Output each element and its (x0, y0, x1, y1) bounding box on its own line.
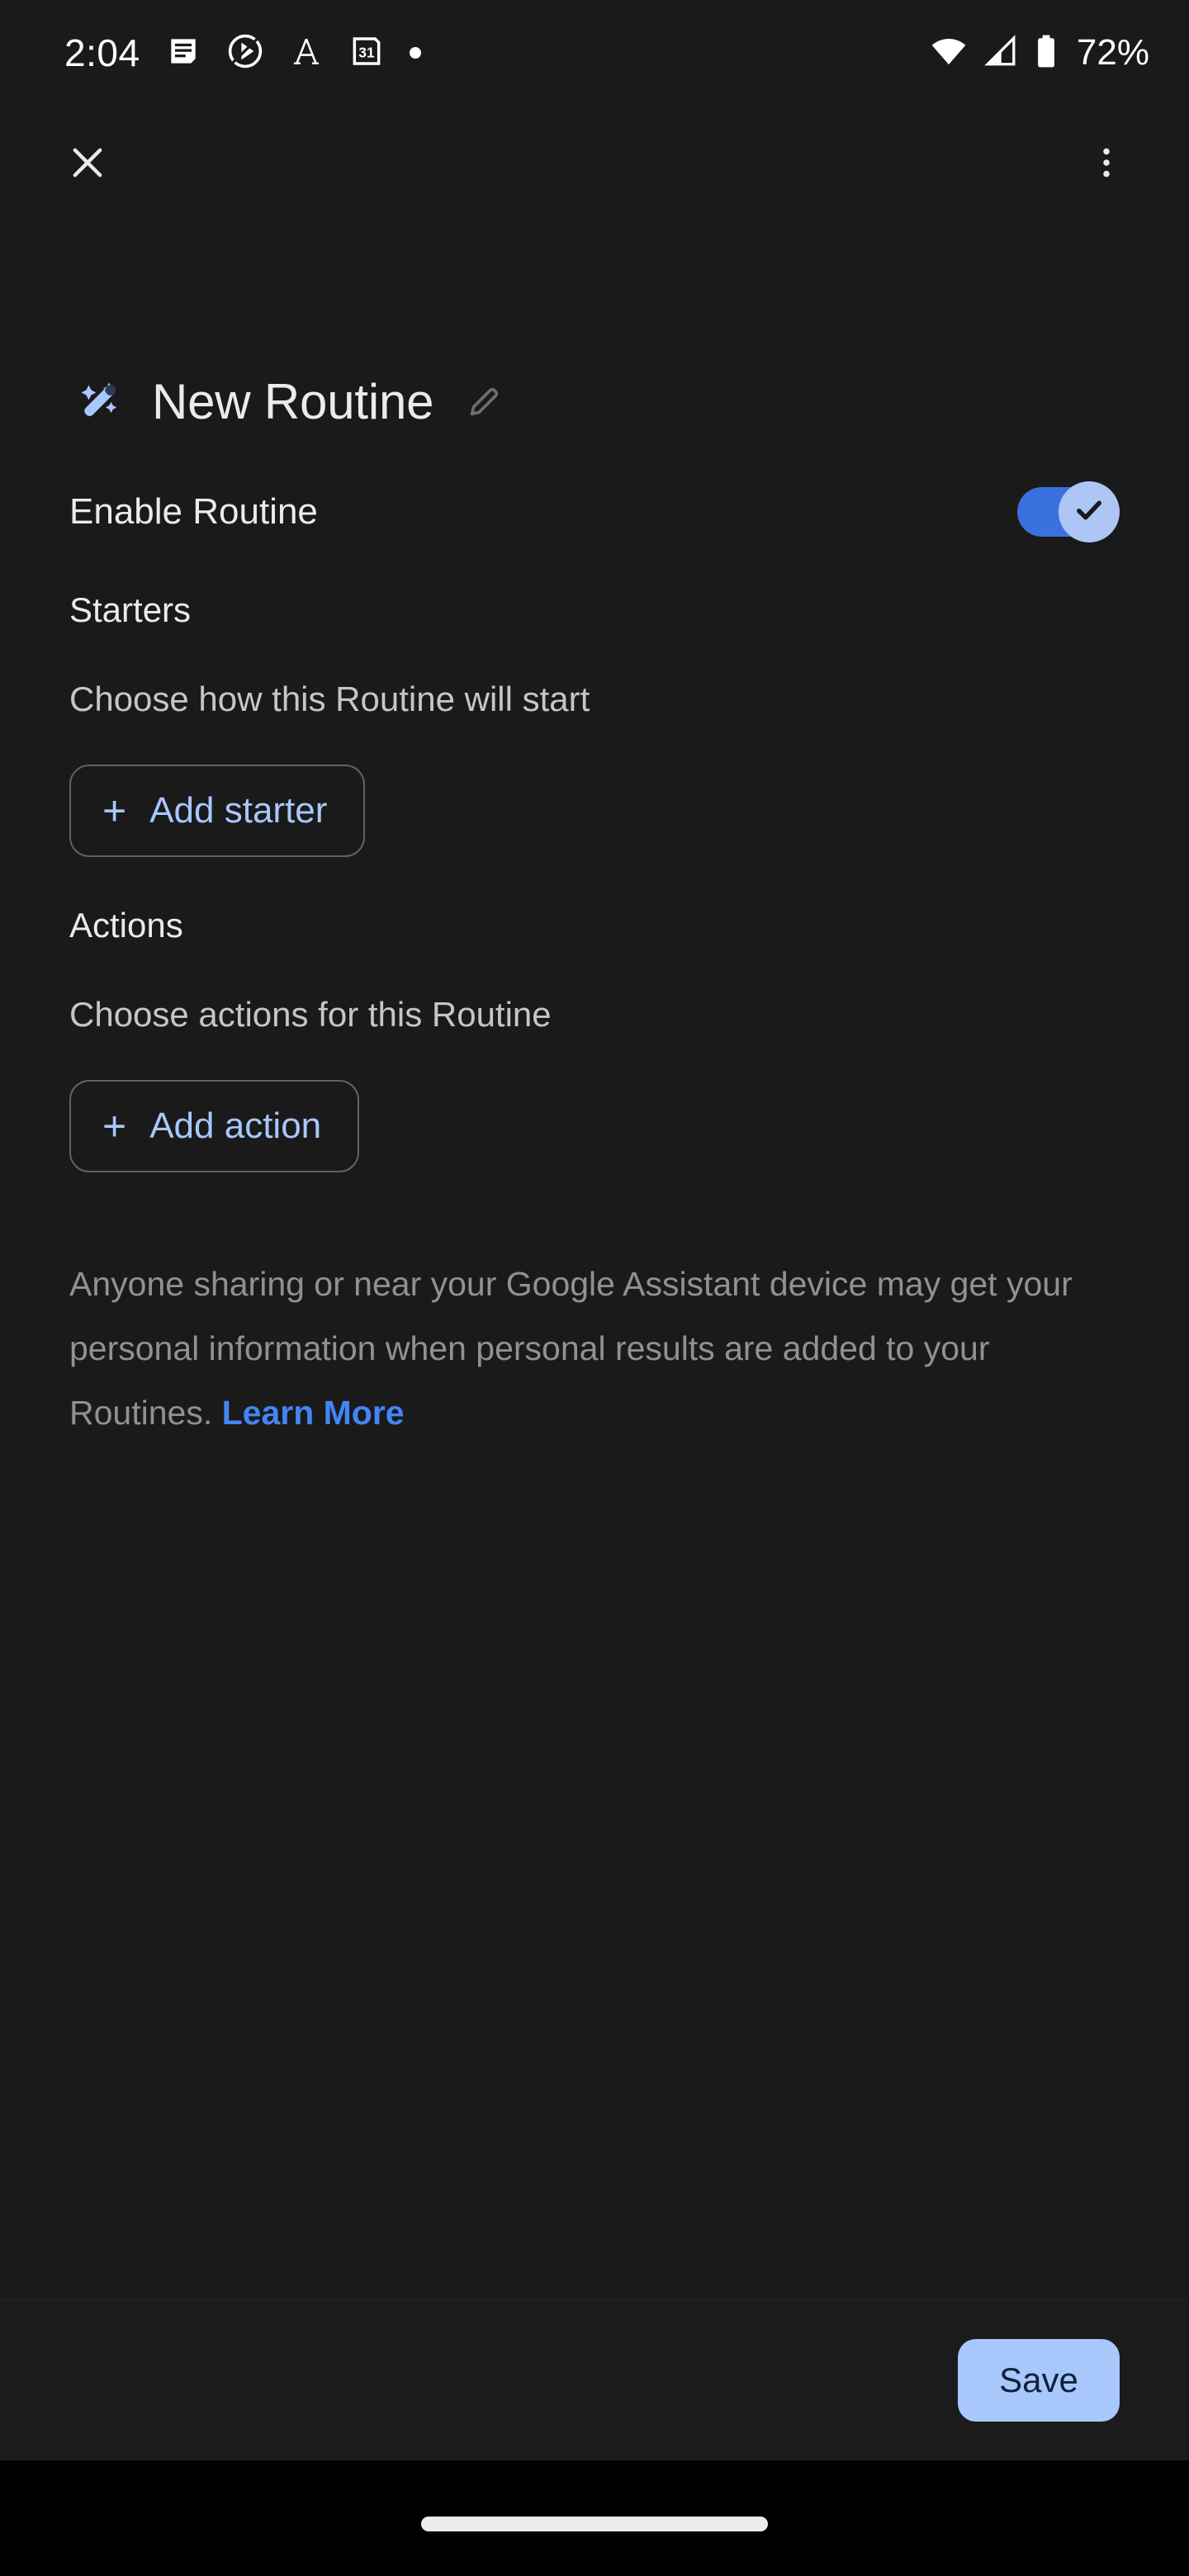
gesture-home-handle[interactable] (421, 2517, 768, 2531)
wifi-icon (930, 32, 968, 74)
status-bar-right: 72% (930, 32, 1149, 74)
plus-icon: + (102, 1103, 127, 1149)
app-screen: 2:04 31 72% New Routine Enable Routine S… (0, 0, 1189, 2576)
routine-editor-content: New Routine Enable Routine Starters Choo… (0, 221, 1189, 2299)
font-a-icon (289, 34, 324, 73)
bottom-action-bar: Save (0, 2299, 1189, 2460)
personal-results-disclaimer: Anyone sharing or near your Google Assis… (69, 1252, 1101, 1445)
more-notifications-dot-icon (409, 47, 421, 59)
svg-text:31: 31 (358, 44, 375, 60)
actions-heading: Actions (69, 906, 183, 945)
status-bar-left: 2:04 31 (64, 32, 421, 74)
pencil-edit-icon (466, 382, 504, 423)
learn-more-link[interactable]: Learn More (222, 1394, 405, 1432)
more-vertical-icon (1088, 144, 1125, 183)
check-icon (1072, 493, 1106, 532)
add-action-button[interactable]: + Add action (69, 1080, 360, 1172)
actions-description: Choose actions for this Routine (69, 995, 552, 1034)
enable-routine-row[interactable]: Enable Routine (69, 477, 1120, 547)
status-bar: 2:04 31 72% (0, 0, 1189, 106)
add-starter-label: Add starter (149, 790, 328, 831)
calendar-31-icon: 31 (348, 33, 385, 73)
system-navigation-bar (0, 2460, 1189, 2576)
magic-wand-icon (69, 370, 130, 435)
drive-play-icon (226, 32, 264, 74)
edit-title-button[interactable] (455, 372, 514, 432)
add-starter-button[interactable]: + Add starter (69, 765, 366, 857)
enable-routine-label: Enable Routine (69, 491, 318, 532)
add-action-label: Add action (149, 1106, 322, 1146)
app-bar (0, 106, 1189, 221)
overflow-menu-button[interactable] (1067, 124, 1146, 203)
battery-percent-label: 72% (1076, 32, 1149, 73)
enable-routine-toggle[interactable] (1017, 481, 1120, 542)
page-title: New Routine (152, 374, 434, 429)
close-icon (64, 140, 111, 188)
battery-icon (1034, 33, 1059, 73)
disclaimer-text: Anyone sharing or near your Google Assis… (69, 1265, 1073, 1432)
close-button[interactable] (48, 124, 127, 203)
plus-icon: + (102, 788, 127, 834)
status-bar-clock: 2:04 (64, 31, 140, 74)
cellular-signal-icon (983, 33, 1019, 73)
starters-description: Choose how this Routine will start (69, 680, 590, 718)
notes-icon (165, 33, 201, 73)
toggle-thumb (1059, 481, 1120, 542)
starters-heading: Starters (69, 590, 192, 629)
save-button[interactable]: Save (958, 2339, 1120, 2422)
routine-title-row: New Routine (69, 367, 1120, 438)
